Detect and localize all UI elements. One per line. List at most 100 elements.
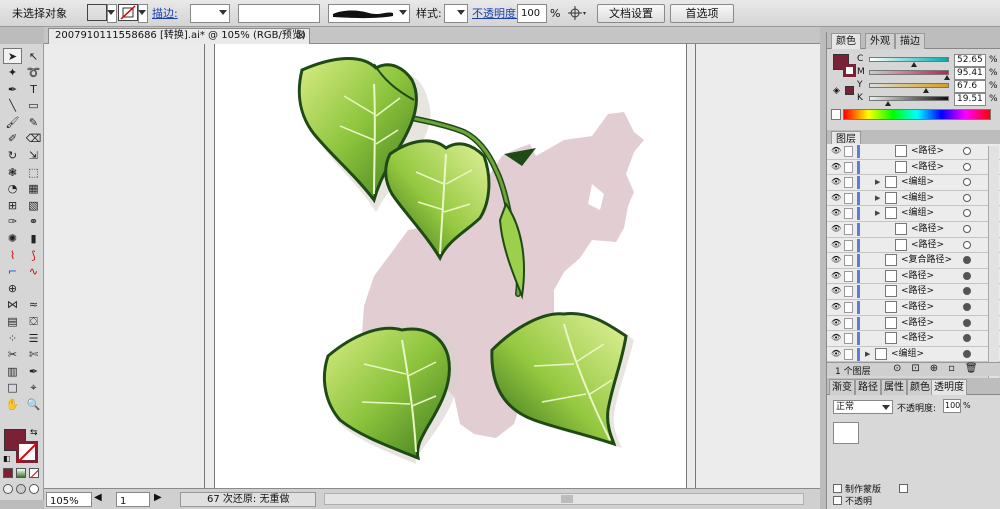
join-tool-icon[interactable]: ⌐: [3, 264, 22, 280]
width-tool-icon[interactable]: ⋈: [3, 297, 22, 313]
mesh-tool-icon[interactable]: ⊞: [3, 197, 22, 213]
rotate-tool-icon[interactable]: ↻: [3, 148, 22, 164]
visibility-eye-icon[interactable]: 👁: [831, 302, 841, 311]
lock-toggle[interactable]: [844, 146, 853, 157]
default-colors-icon[interactable]: ◧: [3, 454, 11, 463]
rectangle-tool-icon[interactable]: ▭: [24, 98, 43, 114]
visibility-eye-icon[interactable]: 👁: [831, 193, 841, 202]
none-color-swatch[interactable]: [831, 109, 841, 120]
layer-name[interactable]: <路径>: [901, 285, 934, 298]
target-circle-icon[interactable]: [963, 209, 971, 218]
horizontal-scrollbar[interactable]: [324, 493, 804, 505]
expand-triangle-icon[interactable]: ▶: [875, 194, 880, 202]
make-mask-checkbox[interactable]: [833, 484, 842, 493]
stroke-color-box[interactable]: [16, 441, 38, 463]
lock-toggle[interactable]: [844, 192, 853, 204]
envelope-tool-icon[interactable]: ≈: [24, 297, 43, 313]
layer-row[interactable]: 👁 <路径>: [827, 299, 1000, 316]
tab-stroke[interactable]: 描边: [895, 33, 925, 49]
layer-row[interactable]: 👁 ▶ <编组>: [827, 190, 1000, 207]
tab-color[interactable]: 颜色: [831, 33, 861, 49]
target-circle-icon[interactable]: [963, 256, 971, 265]
channel-slider[interactable]: [869, 57, 949, 67]
target-circle-icon[interactable]: [963, 147, 971, 155]
lock-toggle[interactable]: [844, 301, 853, 313]
type-tool-icon[interactable]: T: [24, 81, 43, 97]
variable-width-select[interactable]: [238, 4, 320, 23]
layer-action-icons[interactable]: ⊙⊡⊕▫🗑: [893, 363, 988, 374]
clip-checkbox[interactable]: [899, 484, 908, 493]
target-circle-icon[interactable]: [963, 287, 971, 296]
layer-name[interactable]: <路径>: [901, 270, 934, 283]
lock-toggle[interactable]: [844, 208, 853, 220]
color-spectrum[interactable]: [843, 109, 991, 120]
layer-row[interactable]: 👁 <路径>: [827, 237, 1000, 254]
visibility-eye-icon[interactable]: 👁: [831, 318, 841, 327]
layer-row[interactable]: 👁 <路径>: [827, 144, 1000, 160]
lock-toggle[interactable]: [844, 255, 853, 267]
panel-stroke-swatch[interactable]: [843, 64, 856, 77]
stroke-swatch[interactable]: [118, 4, 138, 21]
layer-row[interactable]: 👁 <路径>: [827, 315, 1000, 332]
shape-builder-tool-icon[interactable]: ◔: [3, 181, 22, 197]
target-circle-icon[interactable]: [963, 162, 971, 171]
target-circle-icon[interactable]: [963, 318, 971, 327]
knife-tool-icon[interactable]: ✂: [3, 347, 22, 363]
layer-name[interactable]: <编组>: [901, 207, 934, 220]
zoom-tool-icon[interactable]: 🔍: [24, 396, 43, 412]
close-tab-icon[interactable]: ⊠: [297, 29, 305, 43]
opaque-checkbox[interactable]: [833, 496, 842, 505]
document-setup-button[interactable]: 文档设置: [597, 4, 665, 23]
target-circle-icon[interactable]: [963, 178, 971, 187]
style-select[interactable]: [444, 4, 468, 23]
layer-name[interactable]: <路径>: [911, 239, 944, 252]
fill-dropdown[interactable]: [107, 4, 117, 23]
visibility-eye-icon[interactable]: 👁: [831, 178, 841, 186]
channel-slider[interactable]: [869, 96, 949, 106]
stroke-dropdown[interactable]: [138, 4, 148, 23]
target-circle-icon[interactable]: [963, 302, 971, 311]
document-canvas[interactable]: [44, 44, 820, 488]
lock-toggle[interactable]: [844, 177, 853, 189]
channel-value-input[interactable]: 95.41: [954, 67, 986, 80]
draw-behind-icon[interactable]: [16, 484, 26, 494]
layer-row[interactable]: 👁 <路径>: [827, 221, 1000, 238]
expand-triangle-icon[interactable]: ▶: [875, 178, 880, 186]
scissors-tool-icon[interactable]: ✄: [24, 347, 43, 363]
measure-tool-icon[interactable]: ✒: [24, 363, 43, 379]
curve-tool-icon[interactable]: ∿: [24, 264, 43, 280]
blob-brush-tool-icon[interactable]: ✐: [3, 131, 22, 147]
slice-tool-icon[interactable]: ⟆: [24, 247, 43, 263]
draw-inside-icon[interactable]: [29, 484, 39, 494]
symbolism-tool-icon[interactable]: ⊕: [3, 280, 22, 296]
direct-selection-tool-icon[interactable]: ↖: [24, 48, 43, 64]
paintbrush-tool-icon[interactable]: 🖌: [3, 114, 22, 130]
lock-toggle[interactable]: [844, 270, 853, 282]
artboard-number-select[interactable]: 1: [116, 492, 150, 507]
target-circle-icon[interactable]: [963, 240, 971, 249]
pencil-tool-icon[interactable]: ✎: [24, 114, 43, 130]
layer-name[interactable]: <路径>: [911, 223, 944, 236]
status-text[interactable]: 67 次还原: 无重做: [180, 492, 316, 507]
lock-toggle[interactable]: [844, 286, 853, 298]
stroke-weight-select[interactable]: [190, 4, 230, 23]
lasso-tool-icon[interactable]: ➰: [24, 65, 43, 81]
tab-attributes[interactable]: 属性: [881, 379, 907, 395]
layer-name[interactable]: <复合路径>: [901, 254, 952, 267]
artwork-illustration[interactable]: [44, 44, 820, 488]
target-circle-icon[interactable]: [963, 193, 971, 202]
layer-row[interactable]: 👁 <复合路径>: [827, 253, 1000, 269]
out-of-gamut-swatch[interactable]: [845, 86, 854, 95]
eyedropper-tool-icon[interactable]: ✑: [3, 214, 22, 230]
visibility-eye-icon[interactable]: 👁: [831, 224, 841, 233]
layer-name[interactable]: <路径>: [901, 317, 934, 330]
layer-name[interactable]: <路径>: [911, 145, 944, 158]
align-options-icon[interactable]: [566, 4, 588, 23]
lock-toggle[interactable]: [844, 161, 853, 173]
brush-select[interactable]: [328, 4, 410, 23]
color-mode-icon[interactable]: [3, 468, 13, 478]
channel-value-input[interactable]: 52.65: [954, 54, 986, 67]
visibility-eye-icon[interactable]: 👁: [831, 271, 841, 280]
hand-tool-icon[interactable]: ✋: [3, 396, 22, 412]
column-graph-tool-icon[interactable]: ▮: [24, 231, 43, 247]
